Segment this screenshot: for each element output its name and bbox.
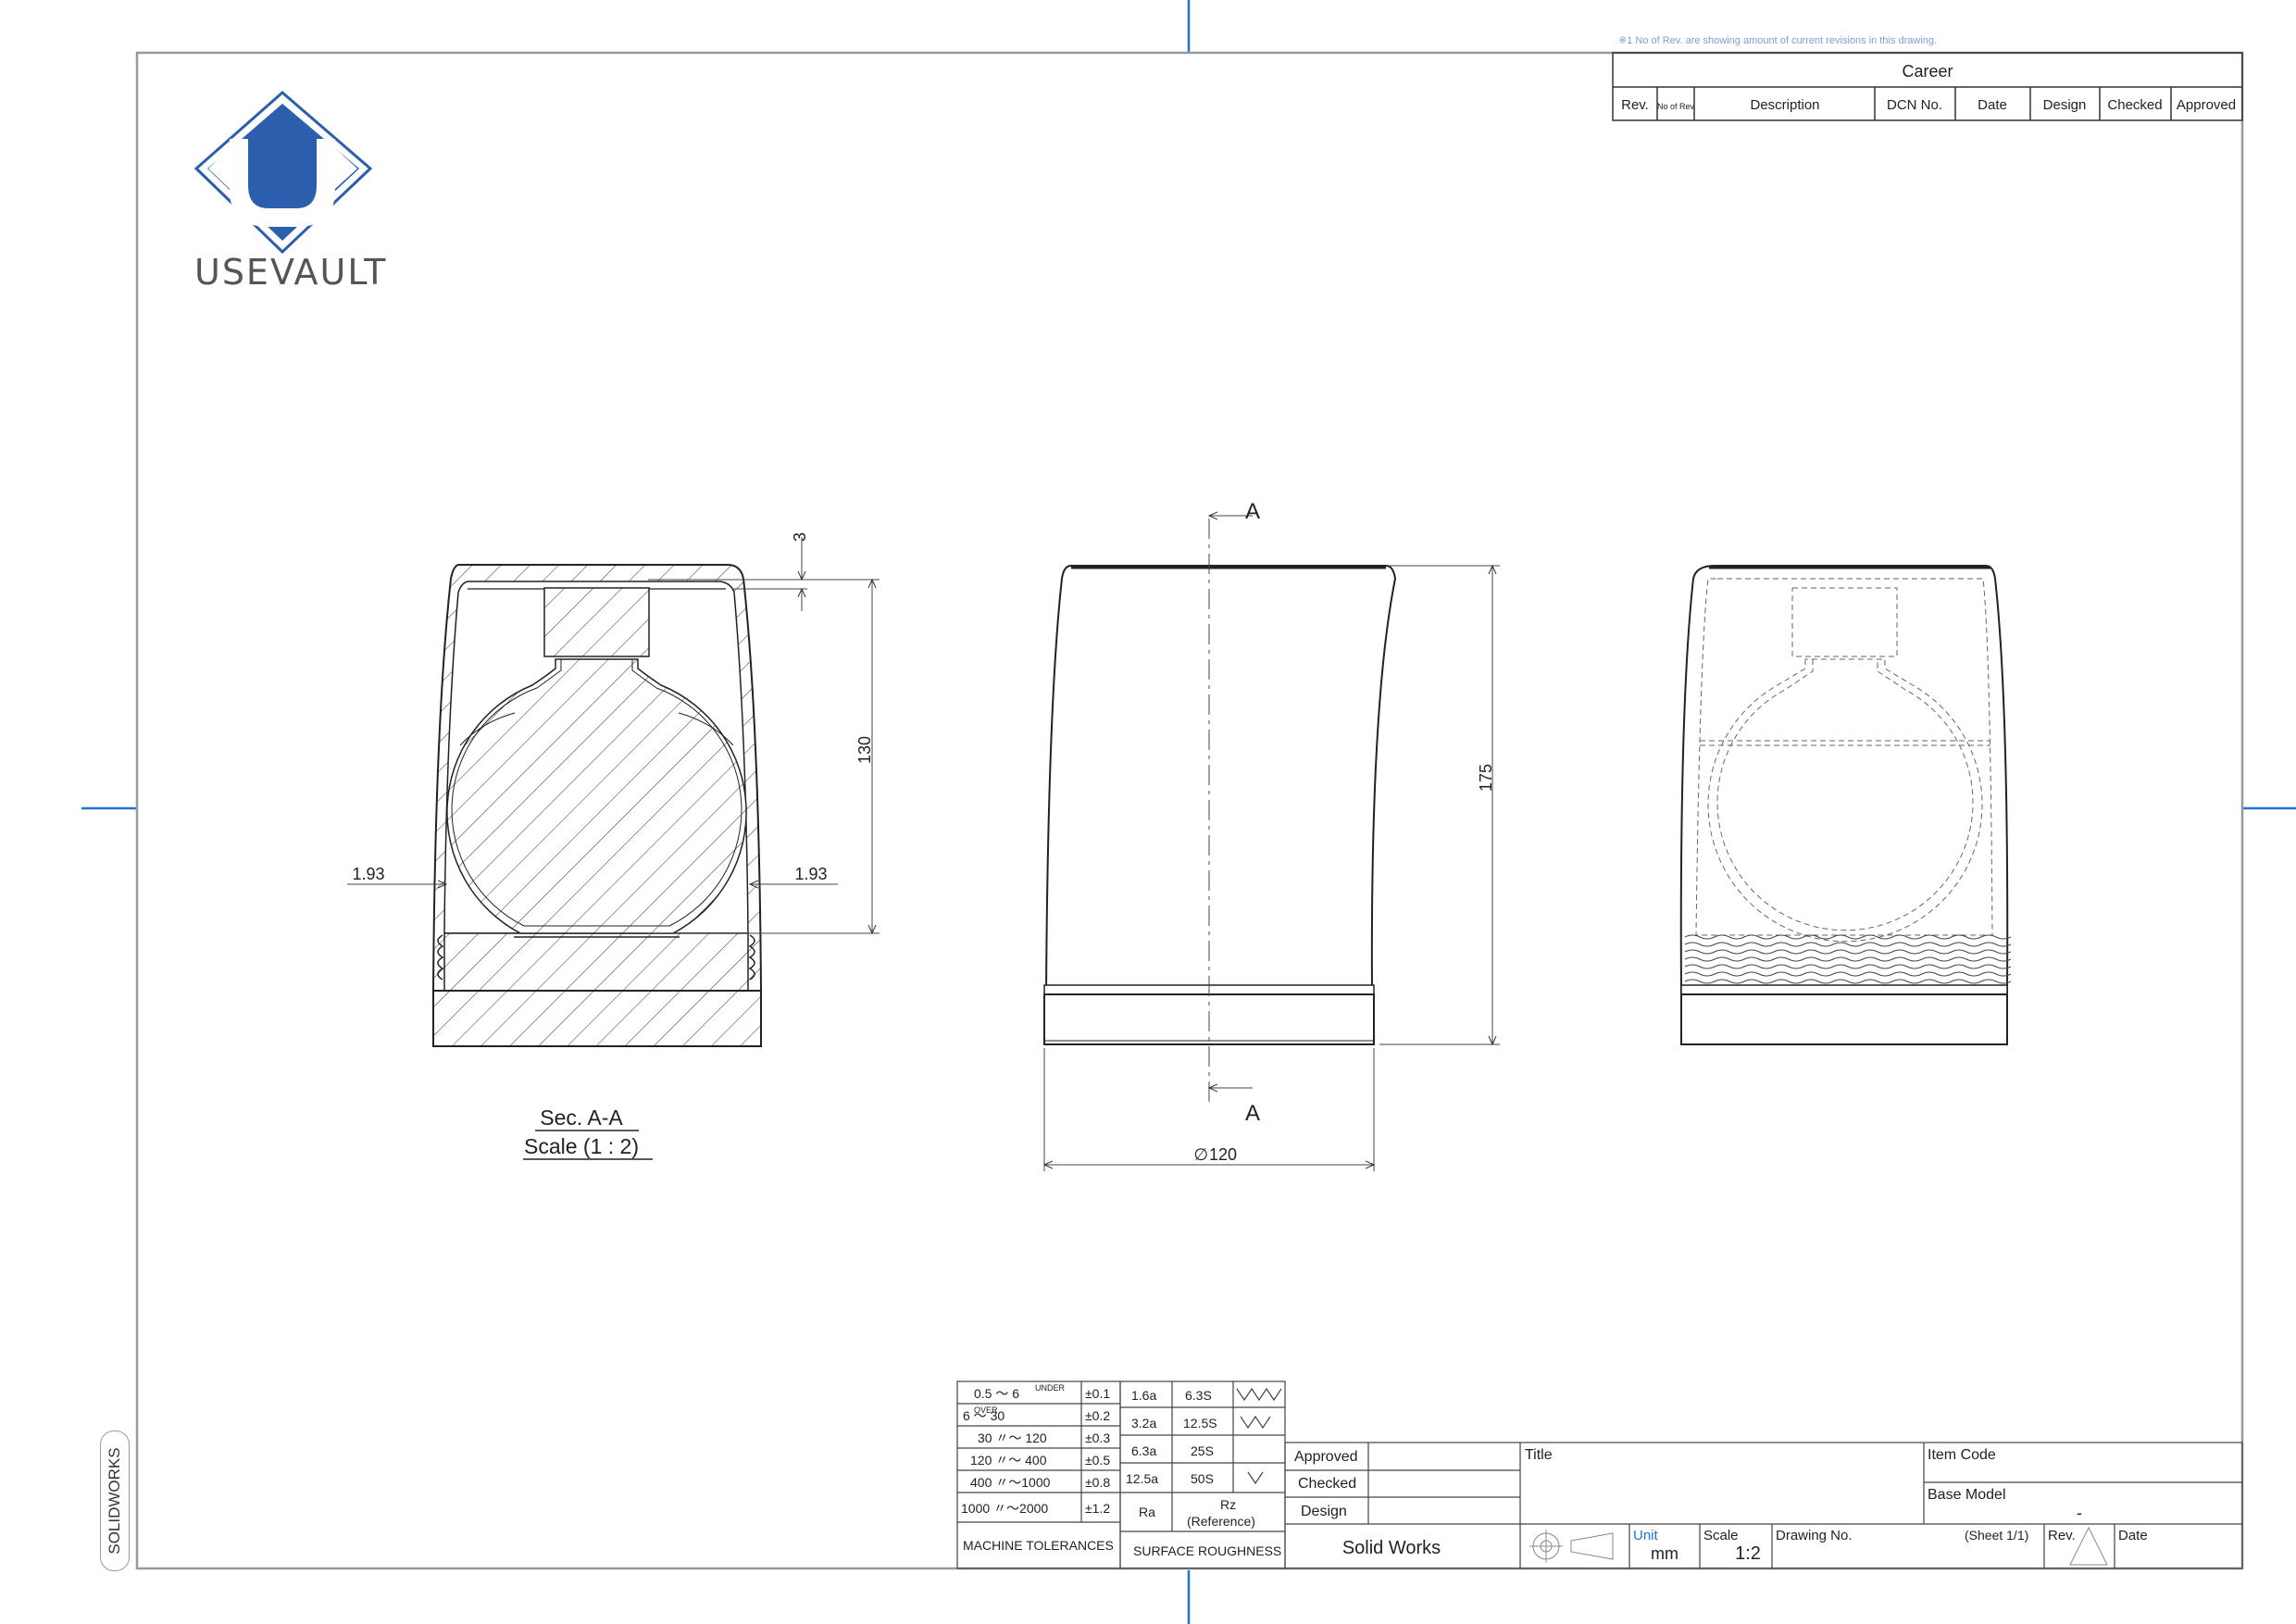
tol-sup: OVER [974, 1405, 998, 1415]
sheet-label: (Sheet 1/1) [1965, 1528, 2028, 1543]
design-label: Design [1301, 1504, 1347, 1519]
dim-total-height: 175 [1477, 764, 1495, 792]
title-label: Title [1525, 1447, 1553, 1463]
rev-triangle-icon [2069, 1526, 2108, 1566]
section-scale: Scale (1 : 2) [524, 1134, 639, 1158]
design-header: Design [2043, 97, 2087, 113]
dim-diameter: 120 [1209, 1145, 1237, 1164]
rz-value: 6.3S [1185, 1388, 1212, 1403]
ra-value: 6.3a [1131, 1443, 1156, 1458]
scale-value: 1:2 [1735, 1543, 1761, 1564]
hidden-line-view [1679, 565, 2012, 1045]
rz-label: Rz [1220, 1497, 1236, 1512]
rev-header: Rev. [1621, 97, 1649, 113]
approved-label: Approved [1294, 1449, 1358, 1465]
dim-wall-left: 1.93 [352, 865, 384, 883]
dim-top-thickness: 3 [791, 532, 809, 542]
revision-table-headers: Rev. No of Rev Description DCN No. Date … [1621, 97, 2236, 113]
approved-header: Approved [2177, 97, 2236, 113]
front-view [1043, 565, 1397, 1045]
solidworks-tab: SOLIDWORKS [100, 1430, 130, 1571]
ra-value: 1.6a [1131, 1388, 1156, 1403]
tol-value: ±0.1 [1085, 1386, 1110, 1401]
solidworks-tab-label: SOLIDWORKS [106, 1447, 123, 1555]
dcn-header: DCN No. [1887, 97, 1942, 113]
ra-label: Ra [1139, 1505, 1155, 1519]
date-header: Date [1978, 97, 2007, 113]
cut-label-top: A [1245, 499, 1260, 524]
ra-value: 3.2a [1131, 1416, 1156, 1430]
tol-range: 1000 〃〜2000 [961, 1501, 1048, 1516]
cut-label-bottom: A [1245, 1101, 1260, 1126]
dim-wall-right: 1.93 [794, 865, 827, 883]
rz-value: 50S [1191, 1471, 1214, 1486]
ra-value: 12.5a [1126, 1471, 1158, 1486]
unit-value: mm [1651, 1544, 1678, 1563]
description-header: Description [1750, 97, 1819, 113]
tol-value: ±0.5 [1085, 1453, 1110, 1468]
tol-range: 400 〃〜1000 [970, 1475, 1051, 1490]
tol-range: 120 〃〜 400 [970, 1453, 1047, 1468]
roughness-rows: 1.6a 6.3S 3.2a 12.5S 6.3a 25S 12.5a 50S … [1126, 1388, 1255, 1529]
tol-value: ±0.2 [1085, 1408, 1110, 1423]
section-view [432, 564, 762, 1047]
revision-table-title: Career [1902, 62, 1953, 81]
tol-value: ±0.8 [1085, 1475, 1110, 1490]
base-model-label: Base Model [1928, 1487, 2006, 1503]
software-label: Solid Works [1342, 1538, 1441, 1558]
tol-sup: UNDER [1035, 1383, 1066, 1393]
drawing-no-label: Drawing No. [1776, 1528, 1853, 1543]
tolerance-title: MACHINE TOLERANCES [963, 1538, 1114, 1553]
tol-value: ±0.3 [1085, 1430, 1110, 1445]
scale-label: Scale [1703, 1528, 1739, 1543]
logo-wordmark: USEVAULT [194, 252, 388, 293]
dim-diameter-symbol: ∅ [1193, 1145, 1208, 1164]
rz-value: 25S [1191, 1443, 1214, 1458]
date-label: Date [2118, 1528, 2148, 1543]
section-title: Sec. A-A [540, 1106, 623, 1130]
revision-note: ※1 No of Rev. are showing amount of curr… [1618, 35, 1937, 46]
base-model-value: - [2077, 1504, 2082, 1522]
dim-inner-height: 130 [855, 736, 874, 764]
checked-header: Checked [2107, 97, 2162, 113]
tol-range: 30 〃〜 120 [978, 1430, 1047, 1445]
projection-symbol-icon [1529, 1530, 1614, 1563]
rz-value: 12.5S [1183, 1416, 1217, 1430]
no-of-rev-header: No of Rev [1657, 102, 1695, 111]
rz-sublabel: (Reference) [1187, 1514, 1255, 1529]
drawing-sheet: ※1 No of Rev. are showing amount of curr… [81, 0, 2296, 1624]
rev-label: Rev. [2048, 1528, 2076, 1543]
item-code-label: Item Code [1928, 1447, 1996, 1463]
tol-range: 0.5 〜 6 [974, 1386, 1019, 1401]
usevault-logo-icon [193, 91, 373, 255]
unit-label: Unit [1633, 1528, 1659, 1543]
checked-label: Checked [1298, 1476, 1356, 1492]
tol-value: ±1.2 [1085, 1501, 1110, 1516]
roughness-title: SURFACE ROUGHNESS [1133, 1543, 1281, 1558]
